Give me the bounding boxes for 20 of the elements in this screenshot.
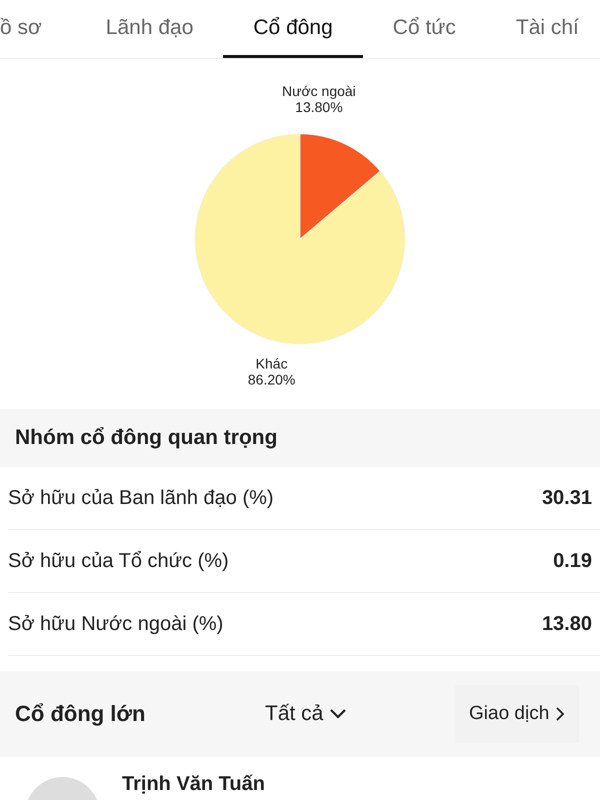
tab[interactable]: Tài chí [486,0,600,58]
chevron-down-icon [329,708,348,720]
tab[interactable]: Cổ tức [362,0,486,58]
tab[interactable]: ồ sơ [0,0,76,58]
section-title: Nhóm cổ đông quan trọng [15,426,278,450]
slice-label: Khác 86.20% [248,355,296,388]
section-title: Cổ đông lớn [15,701,146,727]
row-value: 0.19 [553,550,592,572]
row-label: Sở hữu Nước ngoài (%) [8,612,224,636]
row-value: 30.31 [542,486,592,510]
transactions-button[interactable]: Giao dịch [455,685,580,743]
slice-label: Nước ngoài 13.80% [282,83,356,116]
row-value: 13.80 [542,612,592,636]
holder-name: Trịnh Văn Tuấn [122,773,265,796]
tab[interactable]: Cổ đông [223,0,363,58]
row-label: Sở hữu của Ban lãnh đạo (%) [8,486,274,510]
filter-dropdown[interactable]: Tất cả [265,702,455,726]
tab[interactable]: Lãnh đạo [76,0,224,58]
chevron-right-icon [555,706,566,722]
row-label: Sở hữu của Tổ chức (%) [8,550,229,572]
